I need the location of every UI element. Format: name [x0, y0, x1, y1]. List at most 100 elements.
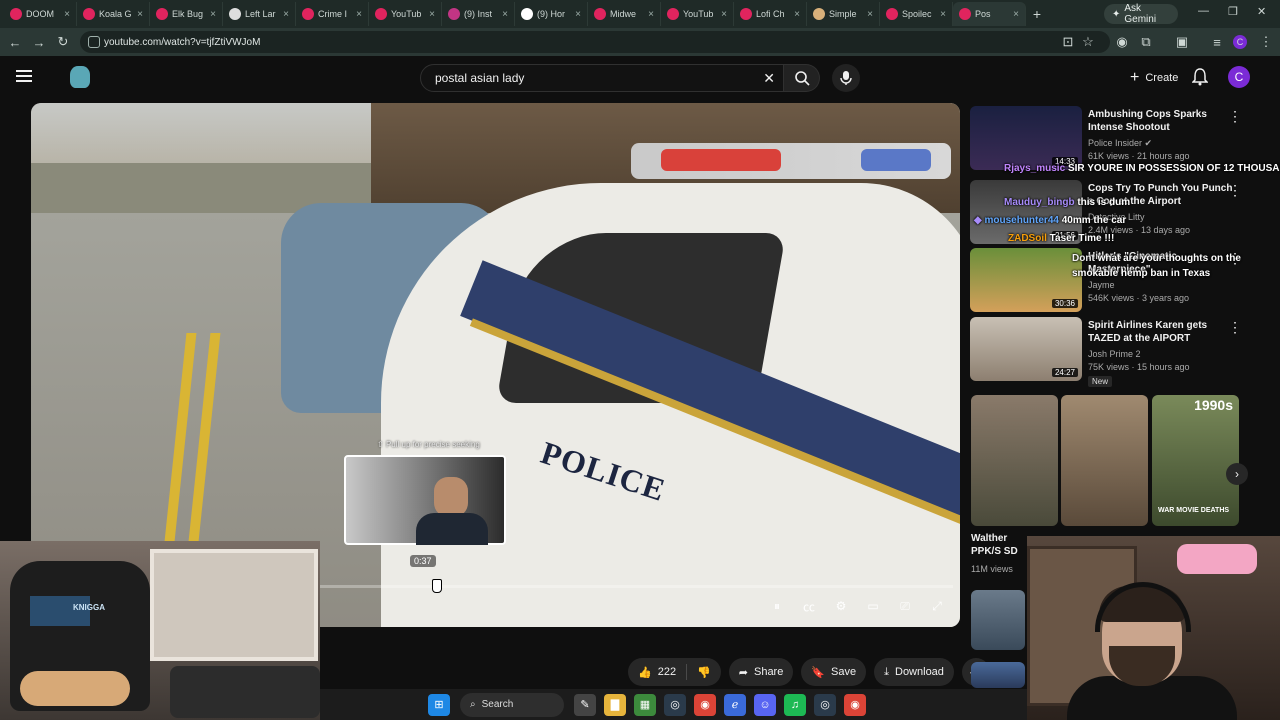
more-options-icon[interactable]: ⋮ — [1228, 319, 1242, 336]
browser-tab[interactable]: Crime I × — [296, 2, 369, 26]
start-menu-icon[interactable]: ⊞ — [428, 693, 450, 716]
taskbar-search[interactable]: ⌕ Search — [460, 692, 564, 717]
more-options-icon[interactable]: ⋮ — [1228, 108, 1242, 125]
edge-icon[interactable]: ℯ — [724, 693, 746, 716]
short-views: 11M views — [971, 564, 1013, 574]
hamburger-menu-icon[interactable] — [16, 70, 32, 82]
browser-tab[interactable]: Left Lar × — [223, 2, 296, 26]
browser-tab[interactable]: DOOM × — [4, 2, 77, 26]
short-thumbnail[interactable]: 1990s WAR MOVIE DEATHS — [1152, 395, 1239, 526]
chrome-active-icon[interactable]: ◉ — [844, 693, 866, 716]
dislike-button[interactable]: 👎 — [687, 658, 721, 686]
captions-icon[interactable]: ㏄ — [800, 597, 818, 615]
tab-close-icon[interactable]: × — [210, 9, 216, 20]
notifications-bell-icon[interactable] — [1191, 68, 1209, 91]
address-bar[interactable]: youtube.com/watch?v=tjfZtiVWJoM — [80, 31, 1110, 53]
tab-close-icon[interactable]: × — [137, 9, 143, 20]
browser-tab[interactable]: Simple × — [807, 2, 880, 26]
miniplayer-icon[interactable]: ▭ — [864, 597, 882, 615]
browser-tab[interactable]: Lofi Ch × — [734, 2, 807, 26]
create-button[interactable]: + Create — [1122, 66, 1186, 90]
reload-icon[interactable]: ↻ — [51, 30, 75, 54]
short-thumbnail[interactable] — [971, 395, 1058, 526]
autoplay-toggle-icon[interactable]: ⏸ — [768, 597, 786, 615]
browser-tab[interactable]: Pos × — [953, 2, 1026, 26]
browser-tab[interactable]: Midwe × — [588, 2, 661, 26]
channel-name[interactable]: Jayme — [1088, 280, 1115, 290]
fullscreen-icon[interactable]: ⤢ — [928, 597, 946, 615]
like-button[interactable]: 👍 222 — [628, 658, 686, 686]
tab-close-icon[interactable]: × — [64, 9, 70, 20]
tab-close-icon[interactable]: × — [502, 9, 508, 20]
browser-tab[interactable]: Spoilec × — [880, 2, 953, 26]
sidepanel-icon[interactable]: ▣ — [1170, 30, 1194, 54]
search-input[interactable]: postal asian lady ✕ — [420, 64, 784, 92]
browser-tab[interactable]: Elk Bug × — [150, 2, 223, 26]
search-button[interactable] — [784, 64, 820, 92]
tab-close-icon[interactable]: × — [575, 9, 581, 20]
channel-logo[interactable] — [70, 66, 90, 88]
tab-close-icon[interactable]: × — [940, 9, 946, 20]
tab-close-icon[interactable]: × — [794, 9, 800, 20]
tab-close-icon[interactable]: × — [721, 9, 727, 20]
video-thumbnail[interactable]: 14:33 — [970, 106, 1082, 170]
more-options-icon[interactable]: ⋮ — [1228, 182, 1242, 199]
settings-gear-icon[interactable]: ⚙ — [832, 597, 850, 615]
tab-close-icon[interactable]: × — [283, 9, 289, 20]
video-meta: 61K views · 21 hours ago — [1088, 151, 1190, 161]
cast-icon[interactable]: ⎚ — [896, 597, 914, 615]
file-explorer-icon[interactable]: ▇ — [604, 693, 626, 716]
kebab-menu-icon[interactable]: ⋮ — [1254, 30, 1278, 54]
tab-close-icon[interactable]: × — [648, 9, 654, 20]
discord-icon[interactable]: ☺ — [754, 693, 776, 716]
recommendation-item[interactable]: 24:27 Spirit Airlines Karen gets TAZED a… — [970, 317, 1270, 387]
tab-close-icon[interactable]: × — [429, 9, 435, 20]
seek-hint: ⇧ Pull up for precise seeking — [377, 440, 480, 449]
short-thumbnail[interactable] — [971, 590, 1025, 650]
save-button[interactable]: 🔖 Save — [801, 658, 867, 686]
chrome-icon[interactable]: ◉ — [694, 693, 716, 716]
puzzle-icon[interactable]: ⧉ — [1134, 30, 1158, 54]
steam-icon[interactable]: ◎ — [664, 693, 686, 716]
channel-name[interactable]: Josh Prime 2 — [1088, 349, 1141, 359]
download-button[interactable]: ⤓ Download — [874, 658, 954, 686]
tab-close-icon[interactable]: × — [356, 9, 362, 20]
close-window-icon[interactable]: ✕ — [1257, 5, 1266, 18]
video-title[interactable]: Spirit Airlines Karen gets TAZED at the … — [1088, 319, 1236, 345]
steam-icon[interactable]: ◎ — [814, 693, 836, 716]
share-button[interactable]: ➦ Share — [728, 658, 794, 686]
browser-tab[interactable]: (9) Inst × — [442, 2, 515, 26]
channel-name[interactable]: Police Insider ✔ — [1088, 138, 1152, 149]
copilot-icon[interactable]: ✎ — [574, 693, 596, 716]
tab-favicon-icon — [448, 8, 460, 20]
site-info-icon[interactable] — [88, 36, 100, 48]
back-icon[interactable]: ← — [3, 30, 27, 54]
browser-tab[interactable]: Koala G × — [77, 2, 150, 26]
account-avatar[interactable]: C — [1228, 66, 1250, 88]
video-title[interactable]: Ambushing Cops Sparks Intense Shootout — [1088, 108, 1236, 134]
shorts-next-button[interactable]: › — [1226, 463, 1248, 485]
short-title[interactable]: Walther PPK/S SD — [971, 532, 1031, 558]
ask-gemini-button[interactable]: ✦ Ask Gemini — [1104, 3, 1178, 25]
video-thumbnail[interactable]: 24:27 — [970, 317, 1082, 381]
extension-icon[interactable]: ◉ — [1110, 30, 1134, 54]
new-tab-button[interactable]: + — [1026, 6, 1048, 22]
maximize-icon[interactable]: ❐ — [1228, 5, 1238, 18]
browser-tab[interactable]: YouTub × — [369, 2, 442, 26]
bookmark-star-icon[interactable]: ☆ — [1076, 30, 1100, 54]
tab-close-icon[interactable]: × — [867, 9, 873, 20]
minimize-icon[interactable]: — — [1198, 5, 1209, 17]
browser-tab[interactable]: (9) Hor × — [515, 2, 588, 26]
tab-close-icon[interactable]: × — [1013, 9, 1019, 20]
profile-icon[interactable]: C — [1228, 30, 1252, 54]
short-thumbnail[interactable] — [971, 662, 1025, 688]
browser-tab[interactable]: YouTub × — [661, 2, 734, 26]
voice-search-button[interactable] — [832, 64, 860, 92]
video-thumbnail[interactable]: 30:36 — [970, 248, 1082, 312]
forward-icon[interactable]: → — [27, 30, 51, 54]
short-thumbnail[interactable] — [1061, 395, 1148, 526]
spreadsheet-app-icon[interactable]: ▦ — [634, 693, 656, 716]
spotify-icon[interactable]: ♫ — [784, 693, 806, 716]
menu-lines-icon[interactable]: ≡ — [1205, 30, 1229, 54]
clear-search-icon[interactable]: ✕ — [763, 70, 775, 87]
